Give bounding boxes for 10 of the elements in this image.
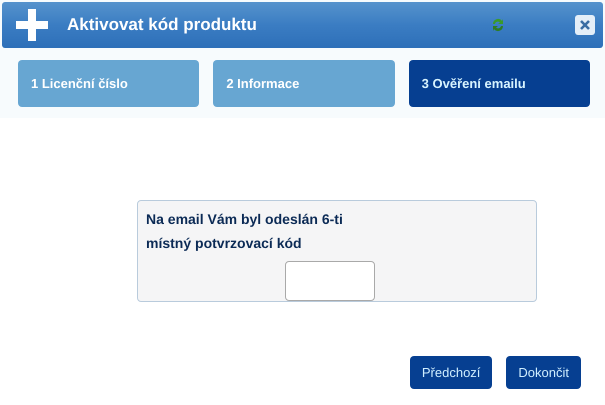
close-button[interactable] xyxy=(575,15,595,35)
instruction-text: Na email Vám byl odeslán 6-ti místný potvrzovací kód xyxy=(146,210,344,253)
plus-icon xyxy=(16,9,48,41)
window-title: Aktivovat kód produktu xyxy=(67,15,258,35)
code-input-field[interactable] xyxy=(285,261,375,301)
close-icon xyxy=(580,20,590,30)
sync-icon xyxy=(491,17,505,33)
step-tab[interactable]: 3 Ověření emailu xyxy=(408,60,590,107)
finish-button[interactable]: Dokončit xyxy=(506,356,581,389)
previous-button[interactable]: Předchozí xyxy=(410,356,492,389)
